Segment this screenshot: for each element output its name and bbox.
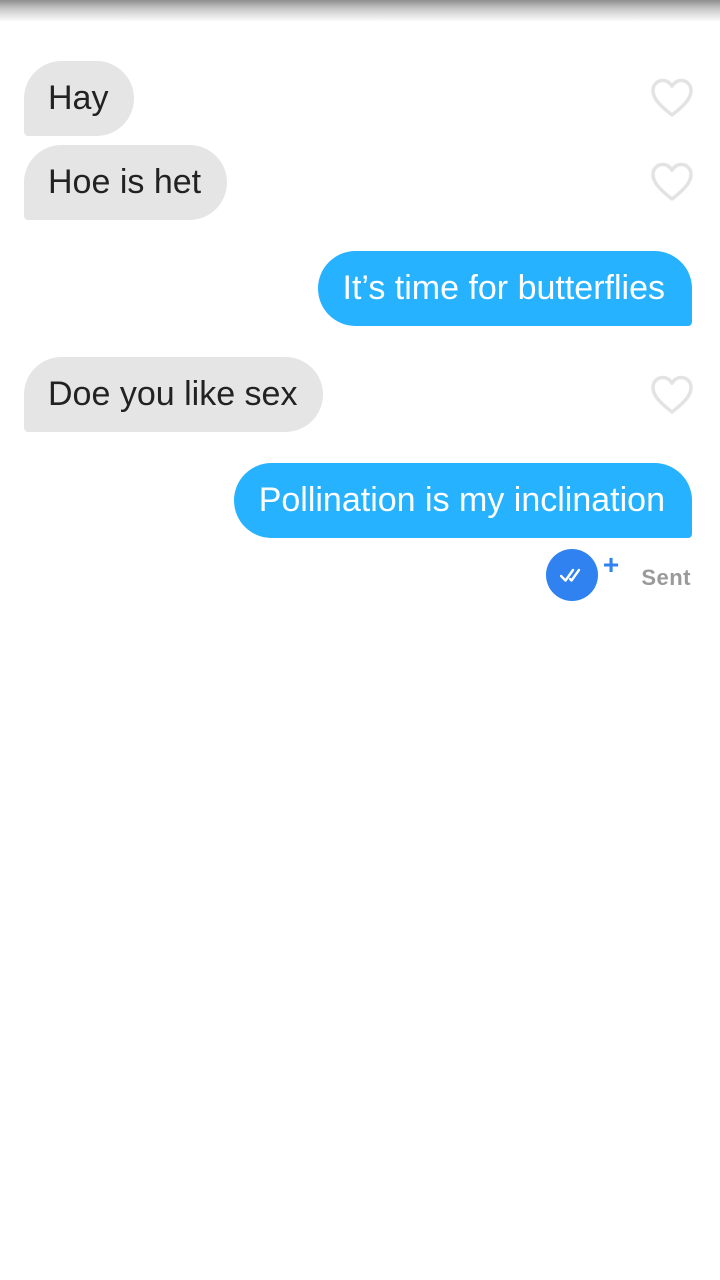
message-text: Pollination is my inclination	[258, 481, 665, 519]
message-status-label: Sent	[641, 565, 691, 590]
read-receipt-badge	[546, 549, 598, 601]
message-text: It’s time for butterflies	[342, 269, 666, 307]
message-text: Hay	[48, 79, 109, 117]
message-bubble-received[interactable]: Hay	[24, 61, 135, 136]
heart-outline-icon[interactable]	[650, 375, 694, 415]
plus-icon[interactable]: +	[598, 551, 624, 579]
message-bubble-sent[interactable]: It’s time for butterflies	[317, 251, 692, 326]
message-text: Doe you like sex	[48, 375, 298, 413]
heart-outline-icon[interactable]	[650, 78, 694, 118]
heart-outline-icon[interactable]	[650, 162, 694, 202]
message-bubble-sent[interactable]: Pollination is my inclination	[233, 463, 692, 538]
double-check-icon	[559, 568, 581, 582]
message-bubble-received[interactable]: Hoe is het	[24, 145, 228, 220]
top-shadow	[0, 0, 720, 22]
message-bubble-received[interactable]: Doe you like sex	[24, 357, 324, 432]
message-text: Hoe is het	[48, 163, 202, 201]
